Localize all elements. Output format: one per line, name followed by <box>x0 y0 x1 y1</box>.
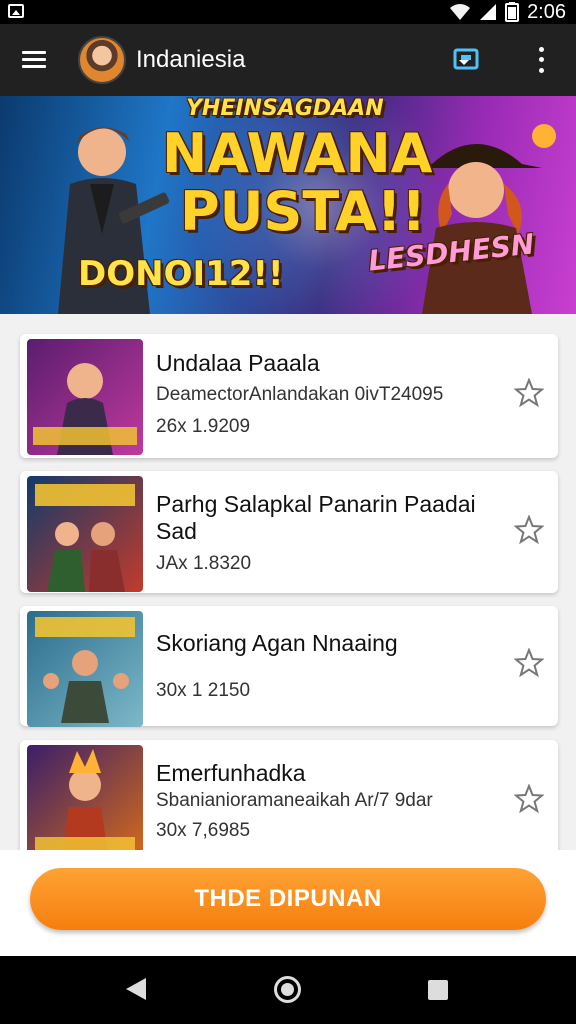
status-icons: 2:06 <box>449 1 566 23</box>
banner-line3: PUSTA!! <box>180 180 427 243</box>
avatar[interactable] <box>78 36 126 84</box>
system-nav-bar <box>0 956 576 1024</box>
list-item[interactable]: Parhg Salapkal Panarin Paadai Sad JAx 1.… <box>20 471 558 593</box>
list-item[interactable]: Skoriang Agan Nnaaing 30x 1 2150 <box>20 606 558 727</box>
cast-icon[interactable] <box>452 48 480 72</box>
game-thumbnail <box>27 611 143 727</box>
promo-banner[interactable]: YHEINSAGDAAN NAWANA PUSTA!! DONOI12!! LE… <box>0 96 576 314</box>
image-icon <box>8 4 24 18</box>
game-list[interactable]: Undalaa Paaala DeamectorAnlandakan 0ivT2… <box>0 314 576 850</box>
battery-icon <box>505 2 520 22</box>
recent-apps-icon[interactable] <box>428 980 448 1000</box>
item-meta: 26x 1.9209 <box>156 416 251 437</box>
item-title: Undalaa Paaala <box>156 350 320 376</box>
item-subtitle: Sbanianioramaneaikah Ar/7 9dar <box>156 790 433 811</box>
star-icon[interactable] <box>514 648 544 678</box>
star-icon[interactable] <box>514 515 544 545</box>
back-icon[interactable] <box>126 978 146 1000</box>
item-meta: 30x 7,6985 <box>156 820 251 841</box>
list-item[interactable]: Emerfunhadka Sbanianioramaneaikah Ar/7 9… <box>20 740 558 850</box>
bottom-panel: THDE DIPUNAN <box>0 850 576 956</box>
app-bar: Indaniesia <box>0 24 576 96</box>
banner-line2: NAWANA <box>162 122 433 185</box>
list-item[interactable]: Undalaa Paaala DeamectorAnlandakan 0ivT2… <box>20 334 558 458</box>
star-icon[interactable] <box>514 378 544 408</box>
game-thumbnail <box>27 339 143 455</box>
item-title: Emerfunhadka <box>156 760 306 786</box>
item-meta: 30x 1 2150 <box>156 680 251 701</box>
item-title: Parhg Salapkal Panarin Paadai Sad <box>156 491 476 544</box>
status-time: 2:06 <box>527 0 566 23</box>
star-icon[interactable] <box>514 784 544 814</box>
app-title: Indaniesia <box>136 46 246 73</box>
banner-line1: YHEINSAGDAAN <box>186 96 384 121</box>
menu-icon[interactable] <box>22 48 54 72</box>
wifi-icon <box>450 4 471 20</box>
item-title: Skoriang Agan Nnaaing <box>156 630 398 656</box>
primary-action-button[interactable]: THDE DIPUNAN <box>30 868 546 930</box>
home-icon[interactable] <box>274 976 301 1003</box>
item-subtitle: DeamectorAnlandakan 0ivT24095 <box>156 384 444 405</box>
game-thumbnail <box>27 745 143 850</box>
game-thumbnail <box>27 476 143 592</box>
item-meta: JAx 1.8320 <box>156 553 252 574</box>
signal-icon <box>480 4 497 20</box>
status-bar: 2:06 <box>0 0 576 24</box>
banner-line4: DONOI12!! <box>78 254 284 294</box>
more-vert-icon[interactable] <box>528 44 554 76</box>
